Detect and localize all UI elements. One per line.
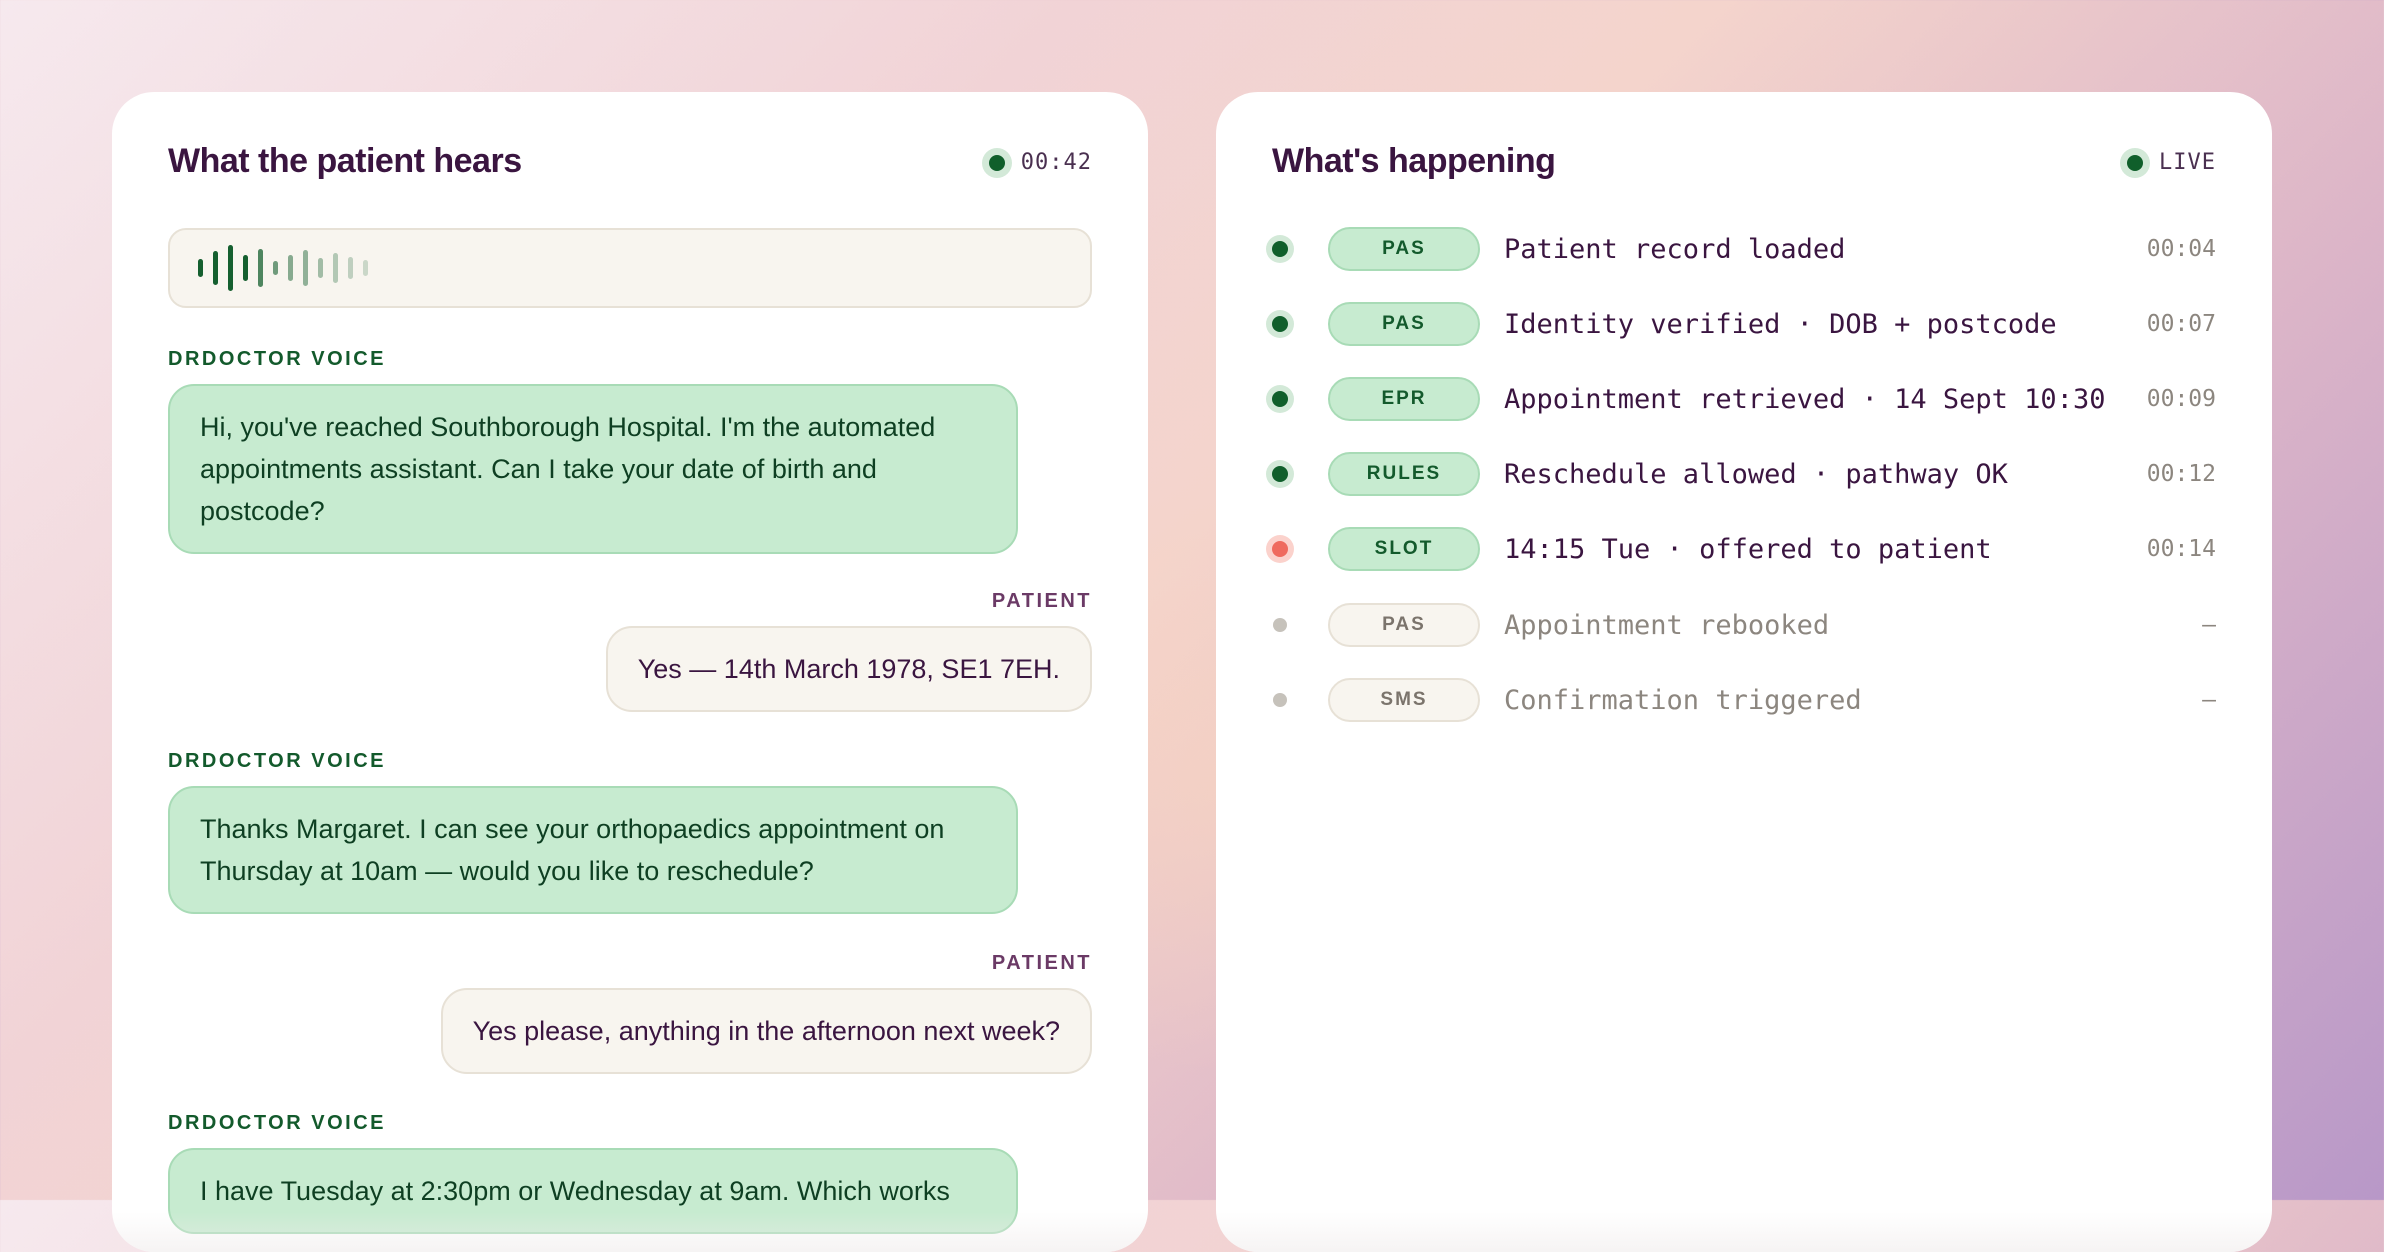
event-row: EPR Appointment retrieved · 14 Sept 10:3…	[1272, 376, 2216, 422]
system-tag: EPR	[1328, 377, 1480, 421]
speaker-label-patient: PATIENT	[991, 590, 1092, 612]
event-row: SLOT 14:15 Tue · offered to patient 00:1…	[1272, 526, 2216, 572]
event-row: PAS Identity verified · DOB + postcode 0…	[1272, 301, 2216, 347]
event-time: —	[2202, 687, 2216, 713]
status-done-icon	[1272, 241, 1288, 257]
event-text: Appointment retrieved · 14 Sept 10:30	[1504, 383, 2106, 415]
system-tag: PAS	[1328, 227, 1480, 271]
event-text: Patient record loaded	[1504, 233, 1846, 265]
event-time: 00:12	[2146, 461, 2216, 487]
status-done-icon	[1272, 316, 1288, 332]
waveform-bar	[348, 257, 353, 279]
event-row: SMS Confirmation triggered —	[1272, 677, 2216, 723]
system-tag: PAS	[1328, 302, 1480, 346]
live-dot-icon	[2127, 154, 2144, 171]
call-timer: 00:42	[988, 150, 1092, 175]
waveform-bar	[213, 251, 218, 285]
event-time: 00:14	[2146, 536, 2216, 562]
waveform-bar	[363, 260, 368, 276]
event-time: —	[2202, 612, 2216, 638]
live-label: LIVE	[2159, 150, 2216, 175]
event-time: 00:07	[2146, 311, 2216, 337]
live-indicator: LIVE	[2127, 150, 2216, 175]
waveform-bar	[288, 255, 293, 281]
agent-message-bubble: Thanks Margaret. I can see your orthopae…	[168, 786, 1018, 914]
agent-message-bubble: Hi, you've reached Southborough Hospital…	[168, 384, 1018, 554]
event-text: Identity verified · DOB + postcode	[1504, 308, 2057, 340]
activity-title: What's happening	[1272, 142, 1556, 180]
waveform-bar	[243, 255, 248, 281]
speaker-label-agent: DRDOCTOR VOICE	[168, 750, 386, 772]
event-time: 00:09	[2146, 386, 2216, 412]
waveform-bar	[333, 253, 338, 283]
patient-message-bubble: Yes please, anything in the afternoon ne…	[440, 988, 1092, 1074]
patient-message-bubble: Yes — 14th March 1978, SE1 7EH.	[605, 626, 1092, 712]
speaker-label-agent: DRDOCTOR VOICE	[168, 348, 386, 370]
status-done-icon	[1272, 466, 1288, 482]
audio-waveform	[168, 228, 1092, 308]
status-pending-icon	[1273, 693, 1287, 707]
speaker-label-agent: DRDOCTOR VOICE	[168, 1112, 386, 1134]
recording-dot-icon	[988, 154, 1005, 171]
speaker-label-patient: PATIENT	[991, 952, 1092, 974]
event-row: PAS Appointment rebooked —	[1272, 602, 2216, 648]
event-text: Confirmation triggered	[1504, 684, 1862, 716]
system-tag: RULES	[1328, 452, 1480, 496]
agent-message-bubble: I have Tuesday at 2:30pm or Wednesday at…	[168, 1148, 1018, 1234]
transcript-panel: What the patient hears 00:42 DRDOCTOR VO…	[112, 92, 1148, 1252]
transcript-title: What the patient hears	[168, 142, 522, 180]
status-done-icon	[1272, 391, 1288, 407]
event-row: RULES Reschedule allowed · pathway OK 00…	[1272, 451, 2216, 497]
scroll-fade	[1216, 1212, 2272, 1252]
status-pending-icon	[1273, 618, 1287, 632]
event-text: 14:15 Tue · offered to patient	[1504, 533, 1992, 565]
event-text: Appointment rebooked	[1504, 609, 1830, 641]
waveform-bar	[198, 259, 203, 277]
event-time: 00:04	[2146, 236, 2216, 262]
system-tag: PAS	[1328, 603, 1480, 647]
call-timer-value: 00:42	[1020, 150, 1092, 175]
event-text: Reschedule allowed · pathway OK	[1504, 458, 2008, 490]
waveform-bar	[318, 258, 323, 278]
waveform-bar	[273, 261, 278, 275]
event-row: PAS Patient record loaded 00:04	[1272, 226, 2216, 272]
waveform-bar	[258, 249, 263, 287]
activity-panel: What's happening LIVE PAS Patient record…	[1216, 92, 2272, 1252]
system-tag: SMS	[1328, 678, 1480, 722]
status-active-icon	[1272, 541, 1288, 557]
waveform-bar	[228, 245, 233, 291]
system-tag: SLOT	[1328, 527, 1480, 571]
waveform-bar	[303, 250, 308, 286]
